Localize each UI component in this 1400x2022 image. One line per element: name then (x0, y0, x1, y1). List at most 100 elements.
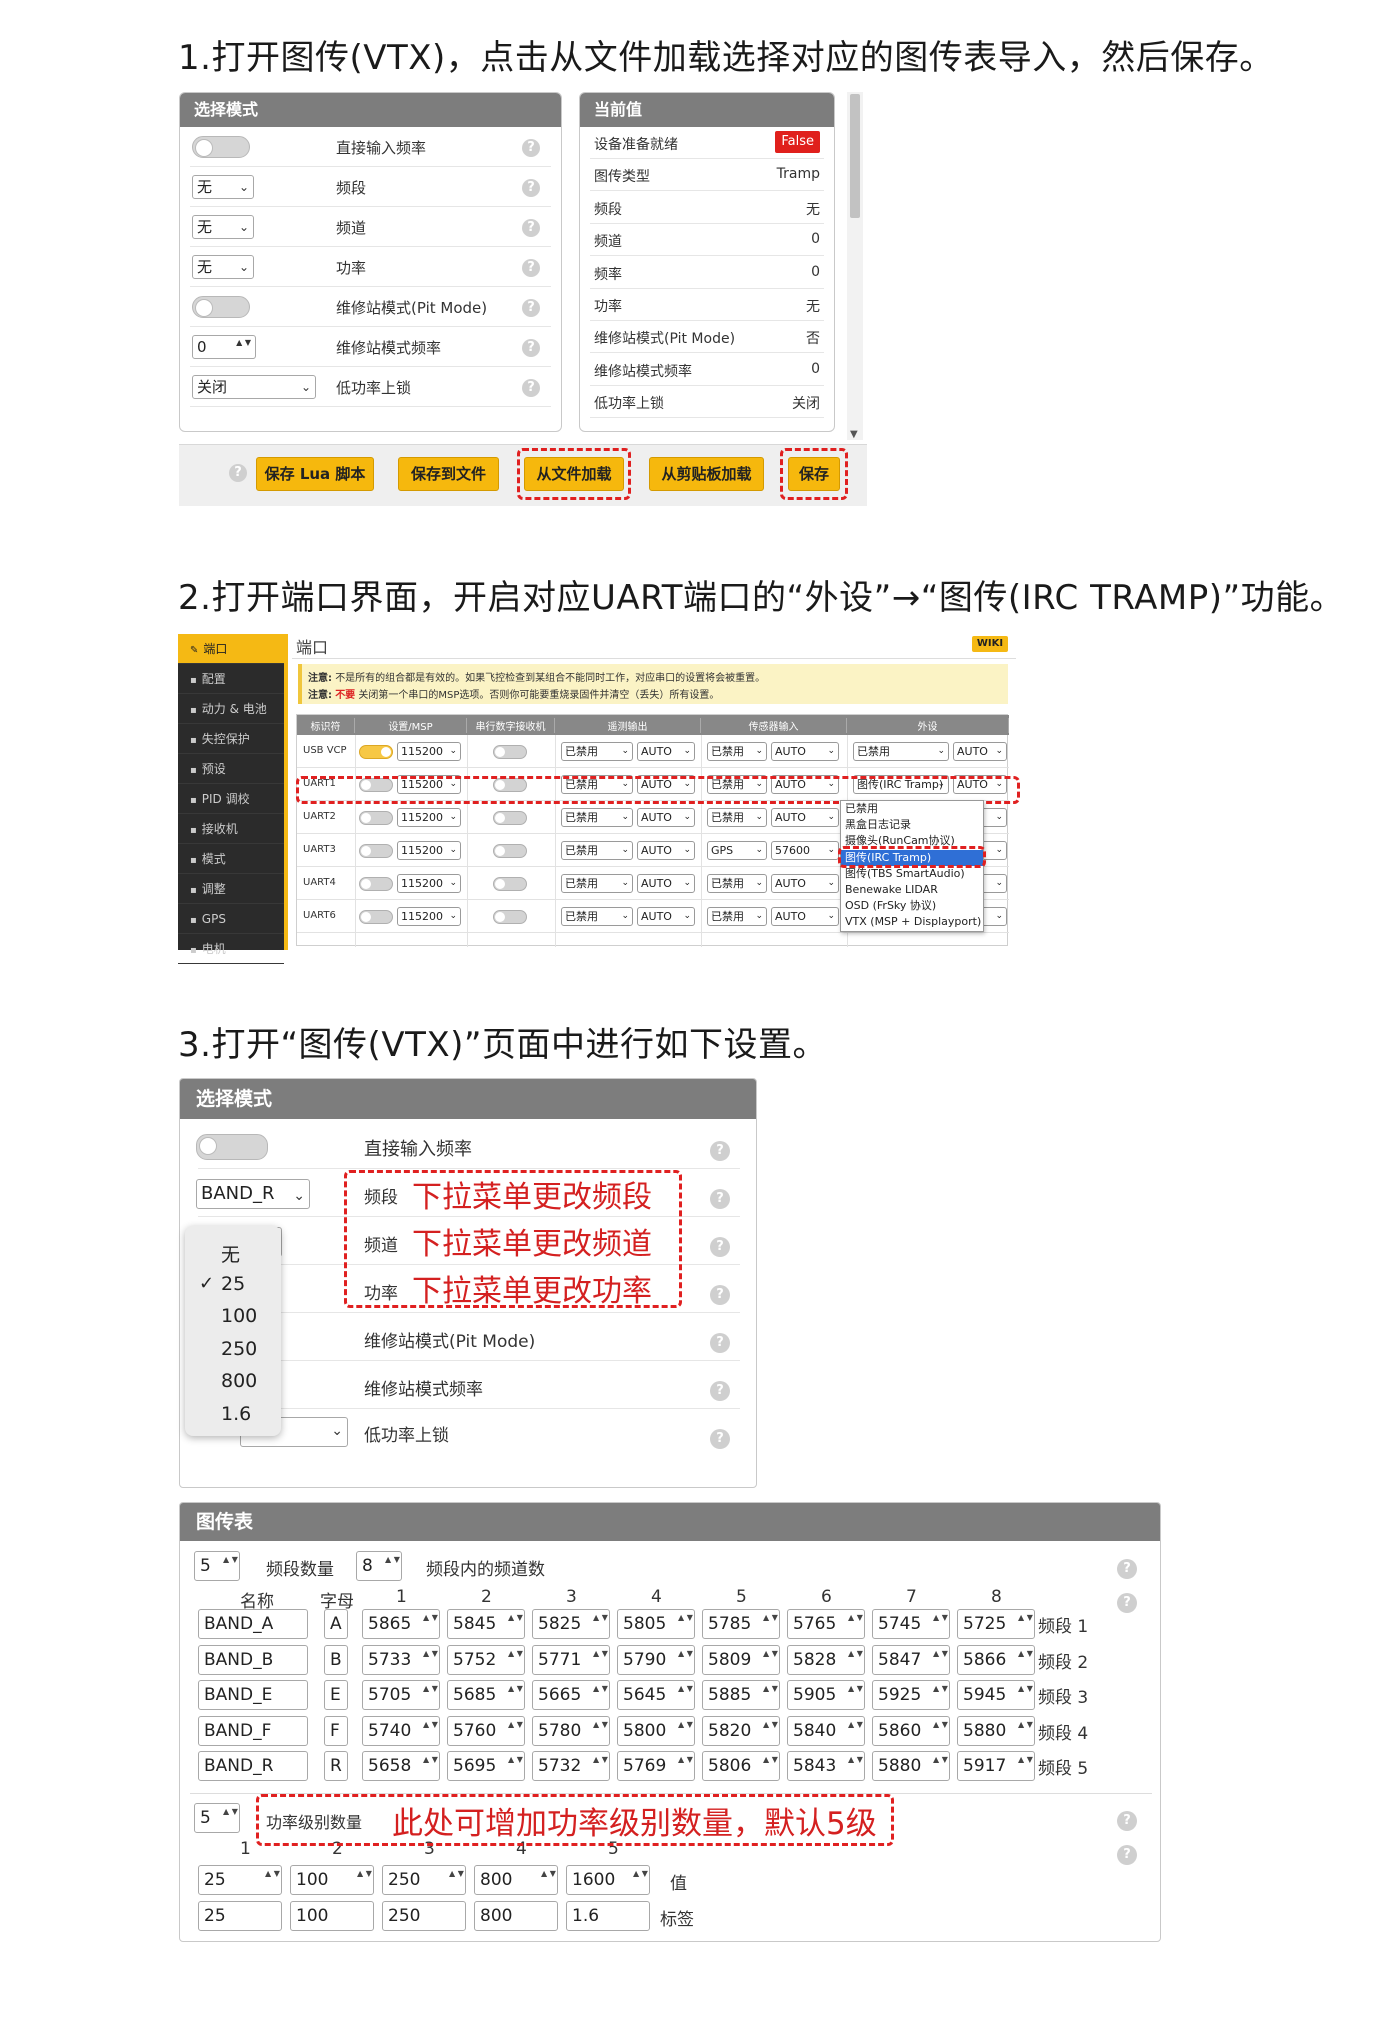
frequency-stepper[interactable]: 5809 ▲ ▼ (702, 1644, 780, 1675)
frequency-stepper[interactable]: 5945 ▲ ▼ (957, 1680, 1035, 1711)
frequency-stepper[interactable]: 5860 ▲ ▼ (872, 1715, 950, 1746)
power-label-field[interactable]: 250 (382, 1901, 466, 1931)
power-option[interactable]: 100 (185, 1303, 281, 1333)
frequency-stepper[interactable]: 5740 ▲ ▼ (362, 1715, 440, 1746)
wiki-button[interactable]: WIKI (972, 636, 1008, 652)
frequency-stepper[interactable]: 5840 ▲ ▼ (787, 1715, 865, 1746)
band-name-field[interactable]: BAND_R (198, 1751, 308, 1782)
sidebar-item[interactable]: ✎ 端口 (178, 634, 284, 664)
load-clipboard-button[interactable]: 从剪贴板加载 (649, 457, 764, 491)
dropdown-option[interactable]: Benewake LIDAR (841, 882, 983, 898)
dropdown-option[interactable]: 黑盒日志记录 (841, 817, 983, 833)
sens-select[interactable]: GPS ⌄ (707, 841, 767, 860)
tele-b-select[interactable]: AUTO ⌄ (637, 907, 695, 926)
frequency-stepper[interactable]: 5865 ▲ ▼ (362, 1609, 440, 1639)
frequency-stepper[interactable]: 5769 ▲ ▼ (617, 1751, 695, 1782)
direct-freq-toggle[interactable] (196, 1134, 268, 1160)
peri-b-select[interactable]: AUTO ⌄ (953, 742, 1007, 761)
sidebar-item[interactable]: ▪ 接收机 (178, 814, 284, 844)
frequency-stepper[interactable]: 5885 ▲ ▼ (702, 1680, 780, 1711)
serial-rx-toggle[interactable] (493, 811, 527, 825)
tele-select[interactable]: 已禁用 ⌄ (561, 808, 633, 827)
sens-b-select[interactable]: AUTO ⌄ (771, 808, 839, 827)
band-name-field[interactable]: BAND_F (198, 1715, 308, 1746)
frequency-stepper[interactable]: 5820 ▲ ▼ (702, 1715, 780, 1746)
power-label-field[interactable]: 800 (474, 1901, 558, 1931)
frequency-stepper[interactable]: 5800 ▲ ▼ (617, 1715, 695, 1746)
tele-select[interactable]: 已禁用 ⌄ (561, 907, 633, 926)
tele-b-select[interactable]: AUTO ⌄ (637, 742, 695, 761)
serial-rx-toggle[interactable] (493, 910, 527, 924)
frequency-stepper[interactable]: 5780 ▲ ▼ (532, 1715, 610, 1746)
help-icon[interactable]: ? (710, 1285, 730, 1305)
power-label-field[interactable]: 1.6 (566, 1901, 650, 1931)
serial-rx-toggle[interactable] (493, 745, 527, 759)
dropdown-option[interactable]: VTX (MSP + Displayport) (841, 914, 983, 930)
help-icon[interactable]: ? (1117, 1811, 1137, 1831)
frequency-stepper[interactable]: 5845 ▲ ▼ (447, 1609, 525, 1639)
help-icon[interactable]: ? (522, 379, 540, 397)
sidebar-item[interactable]: ▪ PID 调校 (178, 784, 284, 814)
help-icon[interactable]: ? (710, 1429, 730, 1449)
scrollbar[interactable]: ▼ (847, 92, 863, 440)
power-value-stepper[interactable]: 100 ▲ ▼ (290, 1865, 374, 1895)
serial-rx-toggle[interactable] (493, 844, 527, 858)
help-icon[interactable]: ? (710, 1141, 730, 1161)
help-icon[interactable]: ? (1117, 1845, 1137, 1865)
tele-select[interactable]: 已禁用 ⌄ (561, 742, 633, 761)
frequency-stepper[interactable]: 5790 ▲ ▼ (617, 1644, 695, 1675)
help-icon[interactable]: ? (522, 299, 540, 317)
tele-select[interactable]: 已禁用 ⌄ (561, 874, 633, 893)
sidebar-item[interactable]: ▪ 电机 (178, 934, 284, 964)
sidebar-item[interactable]: ▪ 模式 (178, 844, 284, 874)
power-option[interactable]: 800 (185, 1368, 281, 1398)
help-icon[interactable]: ? (522, 179, 540, 197)
sens-b-select[interactable]: AUTO ⌄ (771, 874, 839, 893)
baud-select[interactable]: 115200 ⌄ (397, 907, 461, 926)
power-option[interactable]: 250 (185, 1336, 281, 1366)
frequency-stepper[interactable]: 5765 ▲ ▼ (787, 1609, 865, 1639)
toggle-switch[interactable] (192, 296, 250, 318)
select-field[interactable]: 无 ⌄ (192, 215, 254, 239)
band-select[interactable]: BAND_R ⌄ (196, 1179, 310, 1209)
band-name-field[interactable]: BAND_B (198, 1644, 308, 1675)
msp-toggle[interactable] (359, 745, 393, 759)
frequency-stepper[interactable]: 5665 ▲ ▼ (532, 1680, 610, 1711)
sens-select[interactable]: 已禁用 ⌄ (707, 808, 767, 827)
msp-toggle[interactable] (359, 877, 393, 891)
dropdown-option[interactable]: OSD (FrSky 协议) (841, 898, 983, 914)
baud-select[interactable]: 115200 ⌄ (397, 808, 461, 827)
power-label-field[interactable]: 25 (198, 1901, 282, 1931)
help-icon[interactable]: ? (710, 1189, 730, 1209)
toggle-switch[interactable] (192, 136, 250, 158)
frequency-stepper[interactable]: 5745 ▲ ▼ (872, 1609, 950, 1639)
help-icon[interactable]: ? (522, 139, 540, 157)
help-icon[interactable]: ? (229, 464, 247, 482)
band-letter-field[interactable]: F (324, 1715, 348, 1746)
frequency-stepper[interactable]: 5732 ▲ ▼ (532, 1751, 610, 1782)
sidebar-item[interactable]: ▪ 配置 (178, 664, 284, 694)
band-letter-field[interactable]: B (324, 1644, 348, 1675)
frequency-stepper[interactable]: 5880 ▲ ▼ (957, 1715, 1035, 1746)
frequency-stepper[interactable]: 5806 ▲ ▼ (702, 1751, 780, 1782)
help-icon[interactable]: ? (1117, 1559, 1137, 1579)
frequency-stepper[interactable]: 5705 ▲ ▼ (362, 1680, 440, 1711)
channel-count-stepper[interactable]: 8 ▲ ▼ (356, 1551, 402, 1581)
power-option[interactable]: 1.6 (185, 1401, 281, 1431)
power-label-field[interactable]: 100 (290, 1901, 374, 1931)
scroll-down-icon[interactable]: ▼ (850, 429, 858, 440)
msp-toggle[interactable] (359, 811, 393, 825)
help-icon[interactable]: ? (1117, 1593, 1137, 1613)
serial-rx-toggle[interactable] (493, 877, 527, 891)
dropdown-option[interactable]: 图传(TBS SmartAudio) (841, 866, 983, 882)
frequency-stepper[interactable]: 5825 ▲ ▼ (532, 1609, 610, 1639)
frequency-stepper[interactable]: 5658 ▲ ▼ (362, 1751, 440, 1782)
power-value-stepper[interactable]: 250 ▲ ▼ (382, 1865, 466, 1895)
number-field[interactable]: 0 ▲ ▼ (192, 335, 256, 359)
sens-select[interactable]: 已禁用 ⌄ (707, 742, 767, 761)
band-name-field[interactable]: BAND_E (198, 1680, 308, 1711)
sidebar-item[interactable]: ▪ 调整 (178, 874, 284, 904)
power-value-stepper[interactable]: 1600 ▲ ▼ (566, 1865, 650, 1895)
frequency-stepper[interactable]: 5725 ▲ ▼ (957, 1609, 1035, 1639)
help-icon[interactable]: ? (522, 219, 540, 237)
